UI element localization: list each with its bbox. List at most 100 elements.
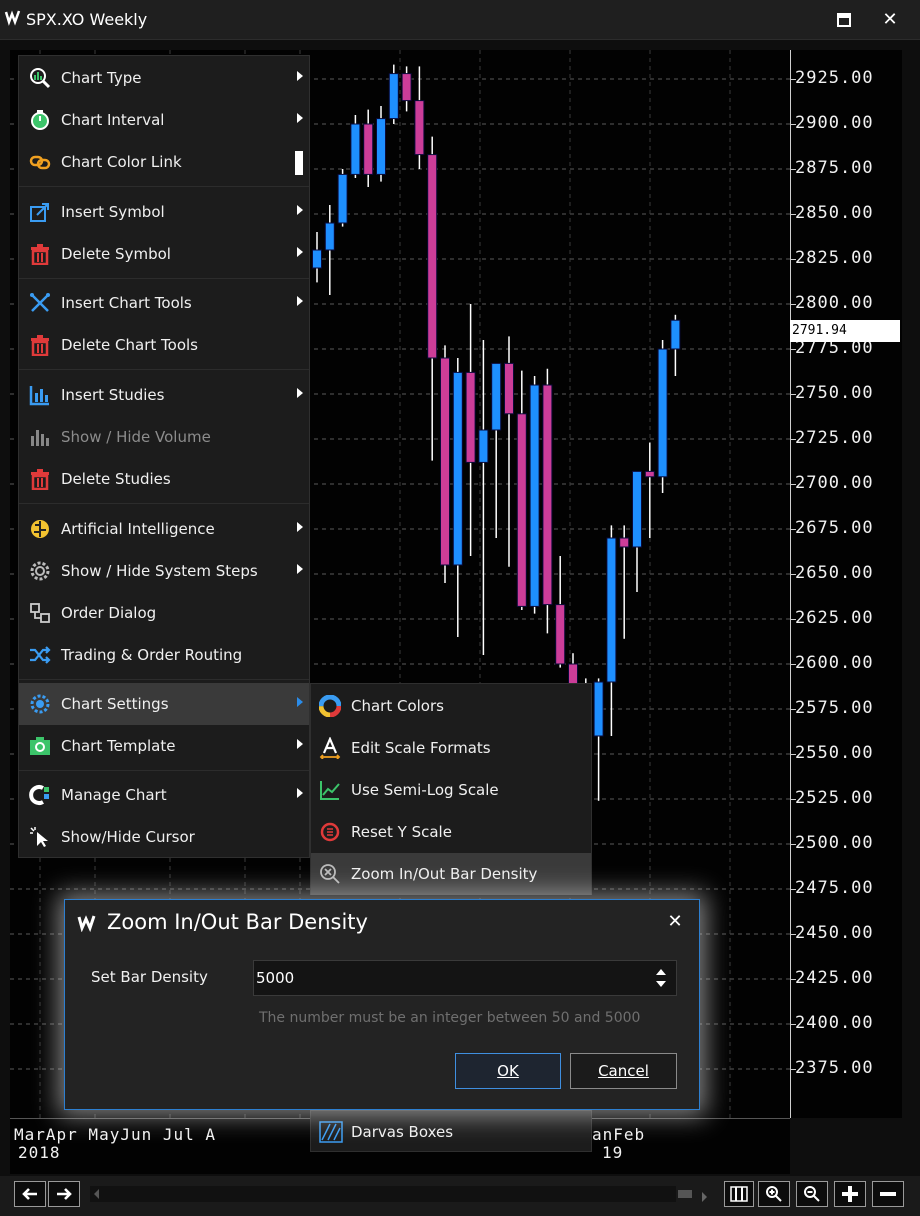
horizontal-scrollbar-track[interactable]: [90, 1186, 692, 1202]
x-axis-year-left: 2018: [18, 1143, 61, 1162]
candlestick: [363, 109, 374, 187]
close-icon[interactable]: ✕: [661, 908, 689, 936]
menu-item-artificial-intelligence[interactable]: Artificial Intelligence: [19, 508, 309, 550]
zoom-in-icon[interactable]: [758, 1181, 790, 1207]
submenu-item-label: Zoom In/Out Bar Density: [351, 865, 538, 883]
submenu-arrow-icon: [297, 247, 303, 257]
menu-item-show-hide-system-steps[interactable]: Show / Hide System Steps: [19, 550, 309, 592]
menu-item-label: Chart Color Link: [61, 153, 182, 171]
submenu-item-label: Use Semi-Log Scale: [351, 781, 499, 799]
y-axis-tick: [790, 259, 796, 260]
y-axis-label: 2875.00: [795, 158, 874, 178]
submenu-item-label: Edit Scale Formats: [351, 739, 491, 757]
number-stepper-icon[interactable]: [651, 963, 671, 993]
ok-button[interactable]: OK: [455, 1053, 561, 1089]
submenu-item-label: Chart Colors: [351, 697, 444, 715]
y-axis-label: 2400.00: [795, 1013, 874, 1033]
scroll-right-icon[interactable]: [702, 1192, 707, 1202]
menu-item-insert-studies[interactable]: Insert Studies: [19, 374, 309, 416]
scrollbar-thumb[interactable]: [678, 1190, 692, 1198]
submenu-arrow-icon: [297, 788, 303, 798]
y-axis-tick: [790, 394, 796, 395]
candle-body: [401, 73, 412, 102]
candlestick: [644, 442, 655, 538]
submenu-item-darvas-boxes[interactable]: Darvas Boxes: [310, 1110, 592, 1152]
candle-body: [606, 537, 617, 683]
candlestick: [440, 345, 450, 583]
candle-body: [491, 362, 502, 431]
darvas-boxes-icon: [319, 1121, 343, 1143]
minus-icon[interactable]: [872, 1181, 904, 1207]
submenu-arrow-icon: [297, 739, 303, 749]
candlestick: [529, 376, 540, 614]
submenu-item-edit-scale-formats[interactable]: Edit Scale Formats: [311, 727, 591, 769]
app-logo-icon: [4, 10, 21, 26]
candle-body: [452, 371, 463, 566]
candlestick: [452, 358, 463, 637]
trash-icon: [31, 335, 49, 356]
menu-item-chart-type[interactable]: Chart Type: [19, 57, 309, 99]
candle-body: [516, 413, 527, 607]
menu-item-delete-studies[interactable]: Delete Studies: [19, 458, 309, 500]
cancel-button[interactable]: Cancel: [570, 1053, 677, 1089]
menu-item-insert-chart-tools[interactable]: Insert Chart Tools: [19, 282, 309, 324]
y-axis-label: 2525.00: [795, 788, 874, 808]
submenu-arrow-icon: [297, 522, 303, 532]
bottom-toolbar: [0, 1176, 920, 1216]
y-axis-label: 2675.00: [795, 518, 874, 538]
menu-item-trading-order-routing[interactable]: Trading & Order Routing: [19, 634, 309, 676]
menu-item-delete-symbol[interactable]: Delete Symbol: [19, 233, 309, 275]
menu-item-chart-template[interactable]: Chart Template: [19, 725, 309, 767]
menu-item-chart-interval[interactable]: Chart Interval: [19, 99, 309, 141]
candlestick: [670, 314, 681, 376]
chart-interval-icon: [31, 110, 49, 130]
submenu-item-reset-y-scale[interactable]: Reset Y Scale: [311, 811, 591, 853]
submenu-item-zoom-bar-density[interactable]: Zoom In/Out Bar Density: [311, 853, 591, 895]
candle-body: [440, 357, 450, 566]
arrow-right-icon[interactable]: [48, 1181, 80, 1207]
scroll-left-icon[interactable]: [94, 1189, 99, 1199]
submenu-item-chart-colors[interactable]: Chart Colors: [311, 685, 591, 727]
submenu-item-use-semi-log-scale[interactable]: Use Semi-Log Scale: [311, 769, 591, 811]
menu-item-show-hide-cursor[interactable]: Show/Hide Cursor: [19, 816, 309, 858]
dialog-title: Zoom In/Out Bar Density: [107, 910, 368, 934]
plus-icon[interactable]: [834, 1181, 866, 1207]
menu-item-label: Delete Symbol: [61, 245, 171, 263]
candlestick: [337, 169, 348, 227]
menu-item-order-dialog[interactable]: Order Dialog: [19, 592, 309, 634]
menu-item-label: Show/Hide Cursor: [61, 828, 195, 846]
menu-item-manage-chart[interactable]: Manage Chart: [19, 774, 309, 816]
color-wheel-icon: [319, 695, 341, 717]
close-icon[interactable]: ✕: [878, 8, 902, 32]
candlestick: [465, 304, 476, 556]
menu-separator: [19, 278, 309, 279]
price-axis[interactable]: 2925.00 2900.00 2875.00 2850.00 2825.00 2800.…: [790, 50, 902, 1118]
submenu-arrow-icon: [297, 113, 303, 123]
volume-icon: [31, 430, 49, 446]
menu-item-chart-settings[interactable]: Chart Settings: [19, 683, 309, 725]
maximize-icon[interactable]: [832, 8, 856, 32]
menu-item-delete-chart-tools[interactable]: Delete Chart Tools: [19, 324, 309, 366]
y-axis-label: 2425.00: [795, 968, 874, 988]
candle-body: [542, 384, 553, 606]
bar-density-input[interactable]: [253, 960, 677, 996]
y-axis-tick: [790, 124, 796, 125]
y-axis-label: 2500.00: [795, 833, 874, 853]
bar-density-label: Set Bar Density: [91, 968, 208, 986]
semi-log-icon: [320, 781, 340, 800]
zoom-out-icon[interactable]: [796, 1181, 828, 1207]
y-axis-tick: [790, 304, 796, 305]
bar-spacing-icon[interactable]: [724, 1181, 754, 1207]
menu-item-chart-color-link[interactable]: Chart Color Link: [19, 141, 309, 183]
studies-icon: [29, 386, 49, 406]
menu-item-show-hide-volume[interactable]: Show / Hide Volume: [19, 416, 309, 458]
chart-tools-icon: [30, 293, 50, 312]
zoom-density-icon: [320, 864, 340, 884]
submenu-arrow-icon: [297, 205, 303, 215]
x-axis-months-right: anFeb: [592, 1125, 646, 1144]
menu-separator: [19, 369, 309, 370]
menu-item-insert-symbol[interactable]: Insert Symbol: [19, 191, 309, 233]
darvas-boxes-label: Darvas Boxes: [351, 1123, 454, 1141]
arrow-left-icon[interactable]: [14, 1181, 46, 1207]
candle-body: [312, 249, 322, 269]
